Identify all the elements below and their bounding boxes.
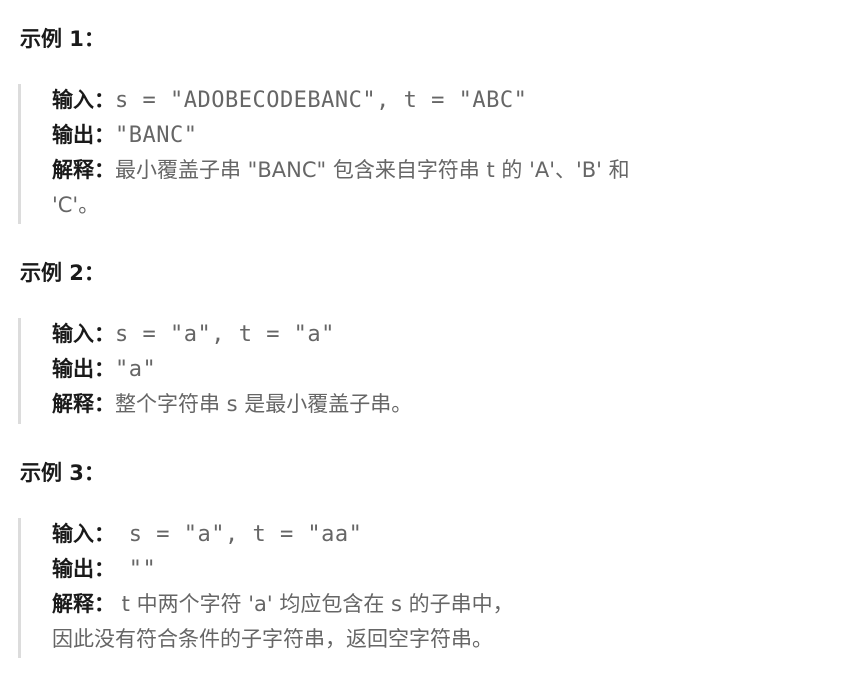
example-3-block: 输入： s = "a", t = "aa" 输出： "" 解释： t 中两个字符… xyxy=(18,518,818,658)
example-3-output-line: 输出： "" xyxy=(52,553,156,586)
input-value: s = "a", t = "aa" xyxy=(115,522,363,547)
output-value: "" xyxy=(115,557,157,582)
input-value: s = "a", t = "a" xyxy=(115,322,335,347)
example-1-block: 输入：s = "ADOBECODEBANC", t = "ABC" 输出："BA… xyxy=(18,84,818,224)
input-label: 输入： xyxy=(52,522,115,546)
explain-label: 解释： xyxy=(52,158,115,182)
explain-text: t 中两个字符 'a' 均应包含在 s 的子串中， xyxy=(115,592,514,616)
output-label: 输出： xyxy=(52,357,115,381)
explain-label: 解释： xyxy=(52,592,115,616)
example-3-explain-line: 解释： t 中两个字符 'a' 均应包含在 s 的子串中， xyxy=(52,588,514,621)
explain-text-continued: 因此没有符合条件的子字符串，返回空字符串。 xyxy=(52,627,493,651)
example-1-explain-line-2: 'C'。 xyxy=(52,189,99,222)
example-1-input-line: 输入：s = "ADOBECODEBANC", t = "ABC" xyxy=(52,84,527,117)
explain-label: 解释： xyxy=(52,392,115,416)
example-2-explain-line: 解释：整个字符串 s 是最小覆盖子串。 xyxy=(52,388,412,421)
output-label: 输出： xyxy=(52,123,115,147)
example-2-title: 示例 2： xyxy=(20,261,105,285)
example-1-title: 示例 1： xyxy=(20,27,105,51)
example-1-output-line: 输出："BANC" xyxy=(52,119,197,152)
example-3-input-line: 输入： s = "a", t = "aa" xyxy=(52,518,362,551)
output-value: "BANC" xyxy=(115,123,198,148)
input-label: 输入： xyxy=(52,322,115,346)
explain-text: 整个字符串 s 是最小覆盖子串。 xyxy=(115,392,413,416)
example-3-title: 示例 3： xyxy=(20,461,105,485)
input-value: s = "ADOBECODEBANC", t = "ABC" xyxy=(115,88,528,113)
input-label: 输入： xyxy=(52,88,115,112)
output-value: "a" xyxy=(115,357,157,382)
example-2-input-line: 输入：s = "a", t = "a" xyxy=(52,318,335,351)
example-1-explain-line: 解释：最小覆盖子串 "BANC" 包含来自字符串 t 的 'A'、'B' 和 xyxy=(52,154,630,187)
example-3-explain-line-2: 因此没有符合条件的子字符串，返回空字符串。 xyxy=(52,623,493,656)
explain-text-continued: 'C'。 xyxy=(52,193,100,217)
output-label: 输出： xyxy=(52,557,115,581)
explain-text: 最小覆盖子串 "BANC" 包含来自字符串 t 的 'A'、'B' 和 xyxy=(115,158,630,182)
example-2-output-line: 输出："a" xyxy=(52,353,156,386)
example-2-block: 输入：s = "a", t = "a" 输出："a" 解释：整个字符串 s 是最… xyxy=(18,318,818,424)
